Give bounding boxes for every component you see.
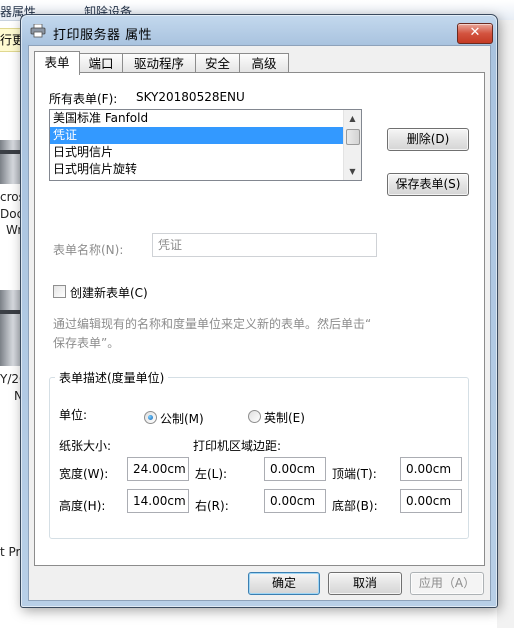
imperial-radio-label[interactable]: 英制(E) — [264, 409, 305, 426]
server-name: SKY20180528ENU — [136, 90, 245, 104]
metric-radio[interactable] — [144, 411, 157, 424]
printer-icon — [30, 24, 46, 38]
forms-listbox[interactable]: 美国标准 Fanfold 凭证 日式明信片 日式明信片旋转 ▲ ▼ — [49, 109, 362, 181]
list-item[interactable]: 美国标准 Fanfold — [50, 110, 344, 127]
hint-text-line2: 保存表单”。 — [53, 336, 120, 350]
hint-text-line1: 通过编辑现有的名称和度量单位来定义新的表单。然后单击“ — [53, 317, 372, 331]
metric-radio-label[interactable]: 公制(M) — [160, 410, 204, 427]
list-item[interactable]: 日式明信片 — [50, 144, 344, 161]
height-field[interactable]: 14.00cm — [127, 489, 189, 513]
cancel-button[interactable]: 取消 — [328, 572, 402, 595]
create-new-form-label[interactable]: 创建新表单(C) — [70, 284, 148, 301]
save-form-button[interactable]: 保存表单(S) — [387, 173, 469, 196]
list-item[interactable]: 日式明信片旋转 — [50, 161, 344, 178]
tab-security[interactable]: 安全 — [195, 53, 240, 73]
top-margin-field[interactable]: 0.00cm — [400, 457, 462, 481]
all-forms-label: 所有表单(F): — [49, 92, 118, 106]
printer-margins-label: 打印机区域边距: — [193, 439, 282, 453]
width-label: 宽度(W): — [59, 467, 109, 481]
form-description-group-title: 表单描述(度量单位) — [55, 369, 169, 386]
right-margin-label: 右(R): — [195, 499, 229, 513]
tab-advanced[interactable]: 高级 — [239, 53, 289, 73]
delete-button[interactable]: 删除(D) — [387, 128, 469, 151]
print-server-properties-dialog: 打印服务器 属性 ✕ 表单 端口 驱动程序 安全 高级 所有表单(F): SKY… — [20, 14, 498, 608]
list-item-selected[interactable]: 凭证 — [50, 127, 344, 144]
width-field[interactable]: 24.00cm — [127, 457, 189, 481]
form-name-label: 表单名称(N): — [53, 243, 124, 257]
left-margin-label: 左(L): — [195, 467, 228, 481]
close-icon: ✕ — [469, 25, 481, 40]
scroll-thumb[interactable] — [346, 129, 360, 145]
background-scroll-strip — [497, 20, 514, 628]
tab-ports[interactable]: 端口 — [79, 53, 123, 73]
units-label: 单位: — [59, 408, 88, 422]
create-new-form-checkbox[interactable] — [53, 285, 66, 298]
top-margin-label: 顶端(T): — [332, 467, 377, 481]
form-name-field[interactable]: 凭证 — [152, 233, 377, 257]
forms-list-scrollbar[interactable]: ▲ ▼ — [343, 110, 361, 180]
right-margin-field[interactable]: 0.00cm — [264, 489, 326, 513]
left-margin-field[interactable]: 0.00cm — [264, 457, 326, 481]
forms-tab-panel: 所有表单(F): SKY20180528ENU 美国标准 Fanfold 凭证 … — [34, 72, 485, 566]
bottom-margin-label: 底部(B): — [332, 499, 378, 513]
dialog-title: 打印服务器 属性 — [53, 28, 153, 43]
scroll-up-icon[interactable]: ▲ — [344, 110, 361, 127]
scroll-down-icon[interactable]: ▼ — [344, 163, 361, 180]
dialog-client-area: 表单 端口 驱动程序 安全 高级 所有表单(F): SKY20180528ENU… — [28, 45, 491, 601]
bottom-margin-field[interactable]: 0.00cm — [400, 489, 462, 513]
paper-size-label: 纸张大小: — [59, 439, 112, 453]
tab-drivers[interactable]: 驱动程序 — [122, 53, 196, 73]
apply-button[interactable]: 应用（A） — [410, 572, 484, 595]
imperial-radio[interactable] — [248, 410, 261, 423]
background-device-label: t Pr — [0, 545, 21, 559]
close-button[interactable]: ✕ — [457, 23, 493, 44]
tab-forms[interactable]: 表单 — [34, 51, 80, 75]
ok-button[interactable]: 确定 — [248, 572, 320, 595]
height-label: 高度(H): — [59, 499, 106, 513]
